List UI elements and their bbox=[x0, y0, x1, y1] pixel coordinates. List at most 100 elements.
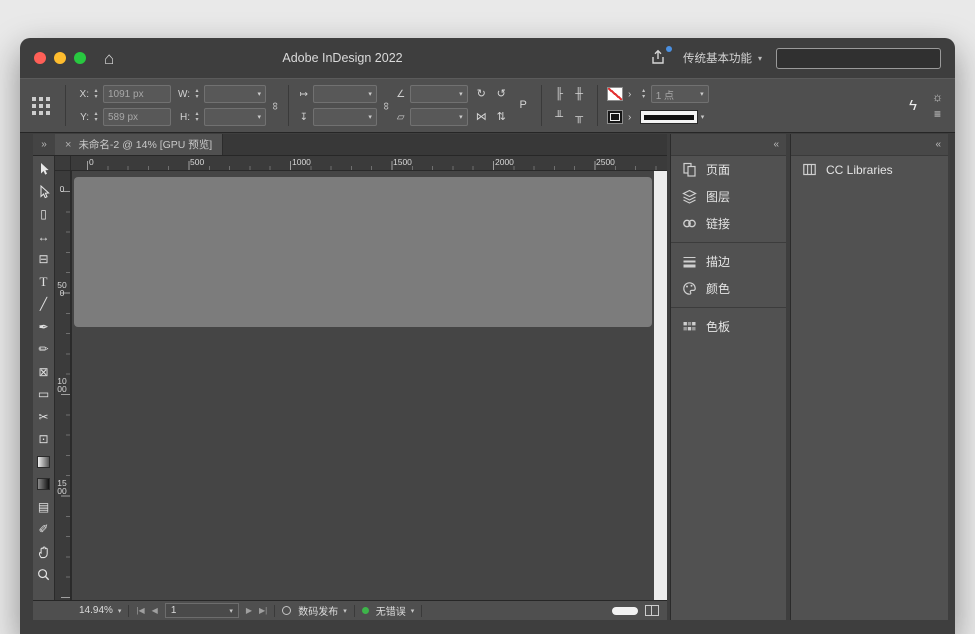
flip-horizontal-button[interactable]: ⋈ bbox=[473, 109, 490, 126]
gear-icon[interactable]: ☼ bbox=[932, 91, 943, 103]
stroke-swatch[interactable] bbox=[607, 110, 623, 124]
previous-page-button[interactable]: ◀ bbox=[152, 606, 158, 615]
no-errors-status-icon bbox=[362, 607, 369, 614]
scale-x-field[interactable]: ▾ bbox=[313, 85, 377, 103]
gradient-swatch-tool[interactable] bbox=[35, 454, 53, 470]
stroke-weight-stepper[interactable]: ▴▾ bbox=[640, 88, 648, 100]
page-number-dropdown[interactable]: 1 ▾ bbox=[165, 603, 239, 618]
y-field[interactable]: 589 px bbox=[103, 108, 171, 126]
split-layout-view-button[interactable] bbox=[645, 605, 659, 616]
gradient-feather-tool[interactable] bbox=[35, 476, 53, 492]
w-field[interactable]: ▾ bbox=[204, 85, 266, 103]
color-theme-tool[interactable]: ✐ bbox=[35, 521, 53, 537]
preflight-errors-dropdown[interactable]: 无错误 ▾ bbox=[376, 603, 415, 618]
vertical-scroll-thumb[interactable] bbox=[74, 177, 652, 327]
constrain-wh-link-icon[interactable]: ∞ bbox=[269, 102, 281, 110]
fullscreen-window-button[interactable] bbox=[74, 52, 86, 64]
panel-button-stroke[interactable]: 描边 bbox=[671, 248, 786, 275]
align-bottom-button[interactable]: ╨ bbox=[551, 109, 568, 126]
rectangle-tool[interactable]: ▭ bbox=[35, 386, 53, 402]
cc-libraries-panel-body bbox=[791, 183, 948, 620]
stroke-style-preview[interactable] bbox=[640, 110, 698, 124]
dock2-header: « bbox=[791, 134, 948, 156]
ruler-origin-corner[interactable] bbox=[55, 156, 71, 171]
panel-button-swatches[interactable]: 色板 bbox=[671, 313, 786, 340]
collapse-dock-icon[interactable]: « bbox=[773, 139, 779, 150]
fill-menu-chevron-icon[interactable]: › bbox=[625, 89, 635, 100]
hand-tool[interactable] bbox=[35, 544, 53, 560]
chevron-down-icon: ▾ bbox=[253, 113, 261, 121]
panel-button-links[interactable]: 链接 bbox=[671, 210, 786, 237]
pencil-tool[interactable]: ✏ bbox=[35, 341, 53, 357]
vertical-scrollbar[interactable] bbox=[71, 171, 654, 600]
zoom-level-dropdown[interactable]: 14.94% ▾ bbox=[79, 605, 121, 616]
x-field[interactable]: 1091 px bbox=[103, 85, 171, 103]
align-left-button[interactable]: ╟ bbox=[551, 86, 568, 103]
document-tab[interactable]: × 未命名-2 @ 14% [GPU 预览] bbox=[55, 134, 223, 155]
ruler-tick-label: 2500 bbox=[596, 157, 615, 167]
panel-button-pages[interactable]: 页面 bbox=[671, 156, 786, 183]
toolbar-expand-icon[interactable]: » bbox=[33, 134, 55, 155]
collapse-dock-icon[interactable]: « bbox=[935, 139, 941, 150]
vertical-ruler[interactable]: 0 500 1000 1500 bbox=[55, 171, 71, 600]
panel-button-cc-libraries[interactable]: CC Libraries bbox=[791, 156, 948, 183]
stroke-style-chevron-icon[interactable]: ▾ bbox=[701, 113, 705, 121]
free-transform-tool[interactable]: ⊡ bbox=[35, 431, 53, 447]
reference-point-proxy[interactable] bbox=[32, 97, 50, 115]
panel-button-color[interactable]: 颜色 bbox=[671, 275, 786, 302]
minimize-window-button[interactable] bbox=[54, 52, 66, 64]
align-top-button[interactable]: ╥ bbox=[571, 109, 588, 126]
magnifier-icon bbox=[37, 568, 50, 581]
line-tool[interactable]: ╱ bbox=[35, 296, 53, 312]
notification-dot bbox=[666, 46, 672, 52]
rectangle-frame-tool[interactable]: ⊠ bbox=[35, 364, 53, 380]
page-tool[interactable]: ▯ bbox=[35, 206, 53, 222]
gpu-performance-icon[interactable]: ϟ bbox=[909, 97, 917, 114]
h-field[interactable]: ▾ bbox=[204, 108, 266, 126]
stroke-weight-field[interactable]: 1 点▾ bbox=[651, 85, 709, 103]
scissors-tool[interactable]: ✂ bbox=[35, 409, 53, 425]
gap-tool[interactable]: ↔ bbox=[35, 229, 53, 245]
fill-swatch-none[interactable] bbox=[607, 87, 623, 101]
close-tab-icon[interactable]: × bbox=[65, 139, 71, 151]
y-stepper[interactable]: ▴▾ bbox=[92, 111, 100, 123]
horizontal-scroll-thumb[interactable] bbox=[612, 607, 638, 615]
home-icon[interactable]: ⌂ bbox=[104, 50, 114, 67]
rotation-angle-field[interactable]: ▾ bbox=[410, 85, 468, 103]
panel-label: 链接 bbox=[706, 215, 730, 232]
content-collector-tool[interactable]: ⊟ bbox=[35, 251, 53, 267]
close-window-button[interactable] bbox=[34, 52, 46, 64]
zoom-level-value: 14.94% bbox=[79, 605, 113, 616]
type-tool[interactable]: T bbox=[35, 274, 53, 290]
note-tool[interactable]: ▤ bbox=[35, 499, 53, 515]
last-page-button[interactable]: ▶| bbox=[259, 606, 267, 615]
first-page-button[interactable]: |◀ bbox=[136, 606, 144, 615]
pasteboard[interactable] bbox=[654, 171, 667, 600]
ruler-tick-label: 500 bbox=[57, 281, 67, 297]
preflight-profile-dropdown[interactable]: 数码发布 ▾ bbox=[298, 603, 347, 618]
align-center-button[interactable]: ╫ bbox=[571, 86, 588, 103]
direct-selection-tool[interactable] bbox=[35, 184, 53, 200]
ruler-tick-label: 1000 bbox=[57, 377, 67, 393]
selection-tool[interactable] bbox=[35, 161, 53, 177]
scale-y-field[interactable]: ▾ bbox=[313, 108, 377, 126]
zoom-tool[interactable] bbox=[35, 566, 53, 582]
x-stepper[interactable]: ▴▾ bbox=[92, 88, 100, 100]
workspace-switcher[interactable]: 传统基本功能 ▾ bbox=[683, 50, 762, 66]
panel-button-layers[interactable]: 图层 bbox=[671, 183, 786, 210]
h-stepper[interactable]: ▴▾ bbox=[193, 111, 201, 123]
share-icon[interactable] bbox=[649, 49, 669, 67]
next-page-button[interactable]: ▶ bbox=[246, 606, 252, 615]
rotate-ccw-button[interactable]: ↺ bbox=[493, 86, 510, 103]
horizontal-ruler[interactable]: 0 500 1000 1500 2000 2500 bbox=[71, 156, 667, 171]
shear-angle-field[interactable]: ▾ bbox=[410, 108, 468, 126]
constrain-scale-link-icon[interactable]: ∞ bbox=[380, 102, 392, 110]
pen-tool[interactable]: ✒ bbox=[35, 319, 53, 335]
preflight-icon[interactable] bbox=[282, 606, 291, 615]
rotate-cw-button[interactable]: ↻ bbox=[473, 86, 490, 103]
w-stepper[interactable]: ▴▾ bbox=[193, 88, 201, 100]
panel-menu-icon[interactable]: ≡ bbox=[934, 108, 941, 120]
flip-vertical-button[interactable]: ⇅ bbox=[493, 109, 510, 126]
search-input[interactable] bbox=[776, 48, 941, 69]
stroke-menu-chevron-icon[interactable]: › bbox=[625, 112, 635, 123]
